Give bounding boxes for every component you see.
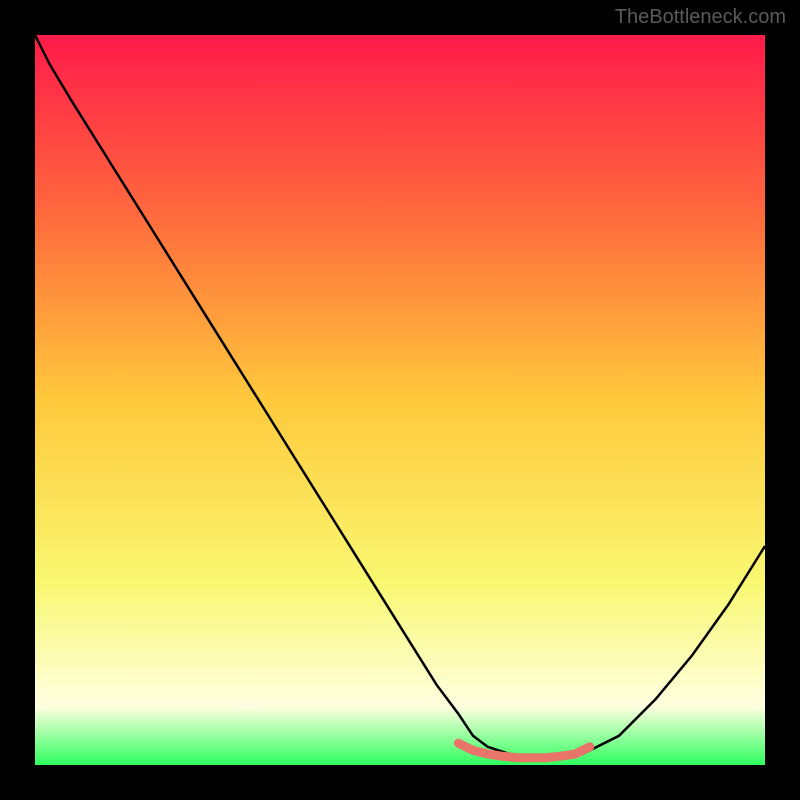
- chart-svg: [35, 35, 765, 765]
- chart-area: [35, 35, 765, 765]
- gradient-background: [35, 35, 765, 765]
- watermark-text: TheBottleneck.com: [615, 6, 786, 29]
